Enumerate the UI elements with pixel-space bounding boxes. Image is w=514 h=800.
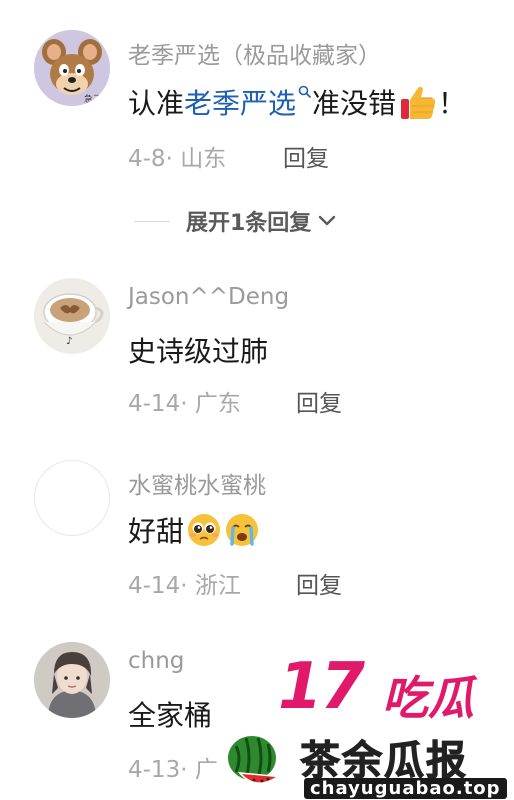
comment-text-suffix: 准没错 bbox=[312, 87, 397, 120]
comment-text-end: ！ bbox=[438, 87, 467, 120]
meta-separator: · bbox=[180, 573, 188, 599]
watermark-logo: 17 吃瓜 茶余瓜报 chayuguabao.top bbox=[222, 650, 514, 800]
comment-location: 山东 bbox=[180, 146, 227, 172]
username[interactable]: Jason^^Deng bbox=[128, 284, 289, 310]
comment-meta: 4-14· 广东 bbox=[128, 384, 241, 418]
person-photo-icon bbox=[34, 642, 110, 718]
comment-date: 4-14 bbox=[128, 573, 181, 599]
username[interactable]: chng bbox=[128, 648, 184, 674]
meta-separator: · bbox=[165, 146, 173, 172]
pleading-face-emoji-icon bbox=[188, 514, 221, 546]
watermark-url: chayuguabao.top bbox=[304, 778, 507, 799]
comment-location: 广 bbox=[194, 757, 218, 783]
comment-date: 4-13 bbox=[128, 757, 181, 783]
comment-text: 认准 老季严选 准没错 ！ bbox=[128, 82, 466, 122]
divider bbox=[134, 220, 170, 222]
reply-button[interactable]: 回复 bbox=[296, 384, 342, 418]
reply-button[interactable]: 回复 bbox=[283, 139, 329, 173]
watermelon-icon bbox=[228, 736, 280, 785]
reply-button[interactable]: 回复 bbox=[296, 566, 342, 600]
comment-meta: 4-8· 山东 bbox=[128, 139, 226, 173]
comment-text: 史诗级过肺 bbox=[128, 335, 269, 368]
comment-meta: 4-14· 浙江 bbox=[128, 566, 241, 600]
comment-text: 好甜 bbox=[128, 510, 260, 550]
watermark-title: 吃瓜 bbox=[382, 671, 474, 725]
cartoon-mouse-icon: 急了 bbox=[34, 30, 110, 106]
expand-replies-label: 展开1条回复 bbox=[186, 211, 312, 236]
search-icon[interactable] bbox=[298, 85, 312, 99]
chevron-down-icon bbox=[319, 215, 336, 226]
coffee-cup-icon: ♪ bbox=[34, 278, 110, 354]
comment-text-body: 好甜 bbox=[128, 515, 185, 548]
svg-text:急了: 急了 bbox=[84, 93, 102, 105]
meta-separator: · bbox=[180, 391, 188, 417]
search-link[interactable]: 老季严选 bbox=[184, 82, 296, 122]
comment-location: 广东 bbox=[194, 391, 241, 417]
comment-date: 4-14 bbox=[128, 391, 181, 417]
meta-separator: · bbox=[180, 757, 188, 783]
avatar[interactable] bbox=[34, 460, 110, 536]
avatar[interactable]: 急了 bbox=[34, 30, 110, 106]
thumbs-up-emoji-icon bbox=[401, 86, 436, 119]
expand-replies-button[interactable]: 展开1条回复 bbox=[134, 205, 337, 237]
comment-text: 全家桶 bbox=[128, 699, 213, 732]
username[interactable]: 水蜜桃水蜜桃 bbox=[128, 466, 266, 500]
avatar[interactable]: ♪ bbox=[34, 278, 110, 354]
comment-location: 浙江 bbox=[194, 573, 241, 599]
username[interactable]: 老季严选（极品收藏家） bbox=[128, 36, 381, 70]
comment-date: 4-8 bbox=[128, 146, 166, 172]
comment-text-prefix: 认准 bbox=[128, 87, 185, 120]
watermark-number: 17 bbox=[278, 650, 365, 724]
crying-face-emoji-icon bbox=[226, 514, 259, 546]
comment-meta: 4-13· 广 bbox=[128, 750, 218, 784]
svg-text:♪: ♪ bbox=[66, 336, 72, 347]
avatar[interactable] bbox=[34, 642, 110, 718]
